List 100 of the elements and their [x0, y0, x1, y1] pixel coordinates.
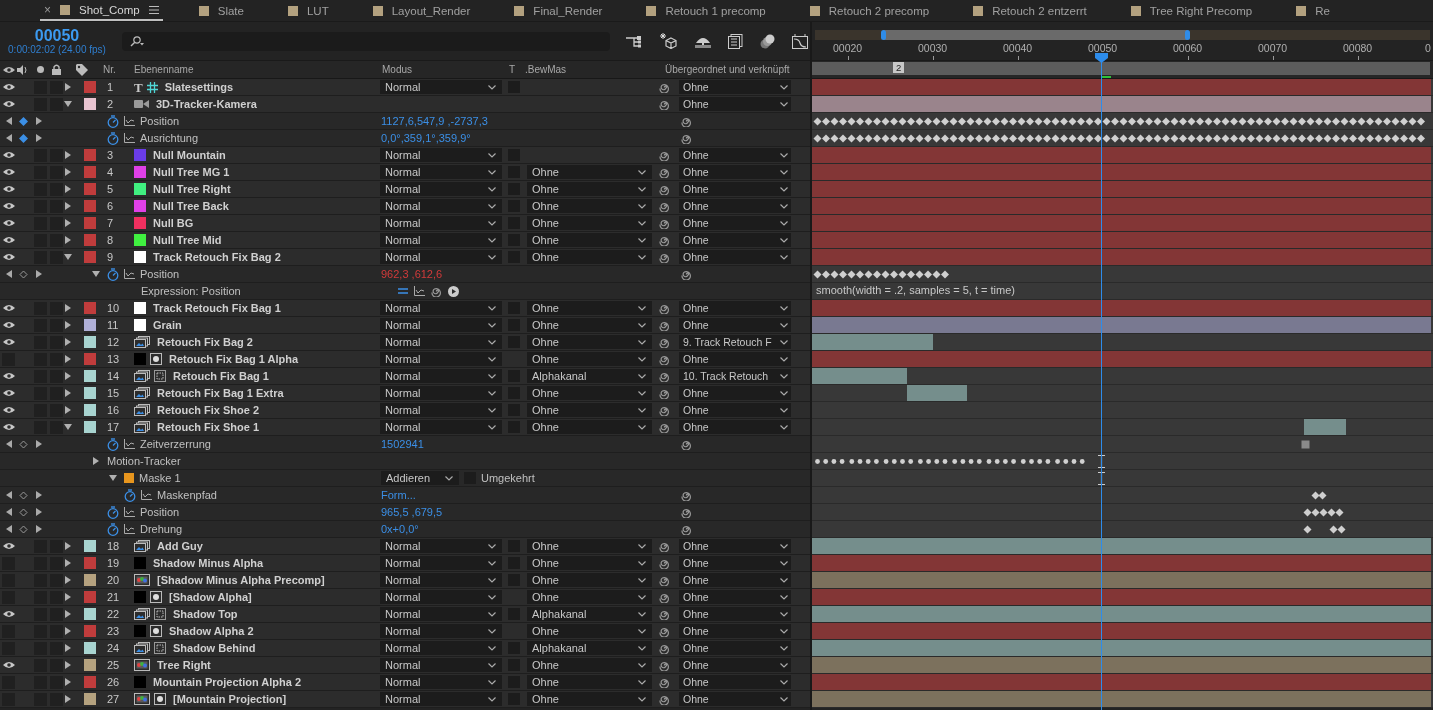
track-matte-dropdown[interactable]: Ohne	[527, 352, 652, 366]
label-color-swatch[interactable]	[84, 557, 96, 569]
layer-name[interactable]: Tree Right	[157, 659, 211, 671]
blend-mode-dropdown[interactable]: Normal	[380, 301, 502, 315]
track-matte-dropdown[interactable]: Ohne	[527, 675, 652, 689]
blend-mode-dropdown[interactable]: Normal	[380, 335, 502, 349]
label-color-swatch[interactable]	[84, 251, 96, 263]
parent-dropdown[interactable]: Ohne	[679, 352, 791, 366]
disclosure-triangle[interactable]	[64, 151, 72, 159]
mask-color-swatch[interactable]	[124, 473, 134, 483]
disclosure-triangle[interactable]	[64, 100, 72, 108]
layer-name[interactable]: Add Guy	[157, 540, 203, 552]
next-keyframe-icon[interactable]	[36, 270, 43, 278]
layer-name[interactable]: Null Tree Right	[153, 183, 231, 195]
track-matte-dropdown[interactable]: Ohne	[527, 386, 652, 400]
composition-tab[interactable]: Layout_Render	[372, 0, 515, 21]
column-header[interactable]: Übergeordnet und verknüpft	[665, 64, 790, 75]
disclosure-triangle[interactable]	[64, 593, 72, 601]
expression-code[interactable]: smooth(width = .2, samples = 5, t = time)	[816, 284, 1015, 296]
blend-mode-dropdown[interactable]: Normal	[380, 250, 502, 264]
property-value[interactable]: 965,5 ,679,5	[378, 506, 443, 518]
keyframe-toggle-icon[interactable]	[19, 439, 29, 449]
disclosure-triangle[interactable]	[64, 321, 72, 329]
blend-mode-dropdown[interactable]: Normal	[380, 216, 502, 230]
disclosure-triangle[interactable]	[64, 168, 72, 176]
label-color-swatch[interactable]	[84, 149, 96, 161]
parent-dropdown[interactable]: Ohne	[679, 573, 791, 587]
parent-dropdown[interactable]: Ohne	[679, 658, 791, 672]
disclosure-triangle[interactable]	[64, 304, 72, 312]
mask-name[interactable]: Maske 1	[139, 472, 181, 484]
parent-dropdown[interactable]: Ohne	[679, 250, 791, 264]
label-color-swatch[interactable]	[84, 574, 96, 586]
label-color-swatch[interactable]	[84, 217, 96, 229]
track-matte-dropdown[interactable]: Alphakanal	[527, 641, 652, 655]
disclosure-triangle[interactable]	[64, 423, 72, 431]
blend-mode-dropdown[interactable]: Normal	[380, 556, 502, 570]
tab-close[interactable]: ×	[44, 2, 51, 17]
label-color-swatch[interactable]	[84, 81, 96, 93]
label-color-swatch[interactable]	[84, 608, 96, 620]
parent-dropdown[interactable]: Ohne	[679, 539, 791, 553]
blend-mode-dropdown[interactable]: Normal	[380, 573, 502, 587]
label-color-swatch[interactable]	[84, 693, 96, 705]
disclosure-triangle[interactable]	[64, 83, 72, 91]
composition-tab[interactable]: Re	[1296, 0, 1374, 21]
label-color-swatch[interactable]	[84, 540, 96, 552]
property-value[interactable]: 1127,6,547,9 ,-2737,3	[378, 115, 488, 127]
disclosure-triangle[interactable]	[64, 695, 72, 703]
blend-mode-dropdown[interactable]: Normal	[380, 199, 502, 213]
previous-keyframe-icon[interactable]	[5, 117, 12, 125]
parent-dropdown[interactable]: Ohne	[679, 641, 791, 655]
composition-tab[interactable]: Final_Render	[514, 0, 647, 21]
blend-mode-dropdown[interactable]: Normal	[380, 80, 502, 94]
column-header[interactable]: Nr.	[103, 64, 116, 75]
composition-tab[interactable]: Retouch 1 precomp	[646, 0, 810, 21]
previous-keyframe-icon[interactable]	[5, 491, 12, 499]
disclosure-triangle[interactable]	[64, 219, 72, 227]
track-matte-dropdown[interactable]: Ohne	[527, 573, 652, 587]
disclosure-triangle[interactable]	[64, 542, 72, 550]
column-header[interactable]: T	[509, 64, 516, 75]
disclosure-triangle[interactable]	[64, 627, 72, 635]
parent-dropdown[interactable]: Ohne	[679, 403, 791, 417]
disclosure-triangle[interactable]	[64, 576, 72, 584]
parent-dropdown[interactable]: Ohne	[679, 590, 791, 604]
parent-dropdown[interactable]: Ohne	[679, 675, 791, 689]
blend-mode-dropdown[interactable]: Normal	[380, 675, 502, 689]
track-matte-dropdown[interactable]: Ohne	[527, 403, 652, 417]
disclosure-triangle[interactable]	[64, 406, 72, 414]
track-matte-dropdown[interactable]: Ohne	[527, 182, 652, 196]
disclosure-triangle[interactable]	[64, 389, 72, 397]
layer-name[interactable]: Shadow Minus Alpha	[153, 557, 264, 569]
label-color-swatch[interactable]	[84, 200, 96, 212]
track-matte-dropdown[interactable]: Ohne	[527, 658, 652, 672]
keyframe-toggle-icon[interactable]	[19, 133, 29, 143]
layer-duration-bar[interactable]	[1304, 419, 1347, 435]
blend-mode-dropdown[interactable]: Normal	[380, 590, 502, 604]
track-matte-dropdown[interactable]: Ohne	[527, 624, 652, 638]
column-header[interactable]: .BewMas	[525, 64, 567, 75]
parent-dropdown[interactable]: Ohne	[679, 182, 791, 196]
disclosure-triangle[interactable]	[64, 372, 72, 380]
parent-dropdown[interactable]: Ohne	[679, 607, 791, 621]
blend-mode-dropdown[interactable]: Normal	[380, 148, 502, 162]
disclosure-triangle[interactable]	[64, 355, 72, 363]
layer-name[interactable]: [Shadow Alpha]	[169, 591, 252, 603]
next-keyframe-icon[interactable]	[36, 117, 43, 125]
blend-mode-dropdown[interactable]: Normal	[380, 352, 502, 366]
parent-dropdown[interactable]: Ohne	[679, 301, 791, 315]
disclosure-triangle[interactable]	[64, 185, 72, 193]
comp-marker[interactable]: 2	[893, 62, 905, 73]
property-value[interactable]: 0,0°,359,1°,359,9°	[378, 132, 471, 144]
track-matte-dropdown[interactable]: Ohne	[527, 318, 652, 332]
label-color-swatch[interactable]	[84, 659, 96, 671]
label-color-swatch[interactable]	[84, 625, 96, 637]
search-field[interactable]	[122, 31, 610, 51]
parent-dropdown[interactable]: Ohne	[679, 624, 791, 638]
disclosure-triangle[interactable]	[64, 253, 72, 261]
label-color-swatch[interactable]	[84, 336, 96, 348]
blend-mode-dropdown[interactable]: Normal	[380, 165, 502, 179]
layer-name[interactable]: 3D-Tracker-Kamera	[156, 98, 257, 110]
layer-name[interactable]: Track Retouch Fix Bag 2	[153, 251, 281, 263]
next-keyframe-icon[interactable]	[36, 508, 43, 516]
